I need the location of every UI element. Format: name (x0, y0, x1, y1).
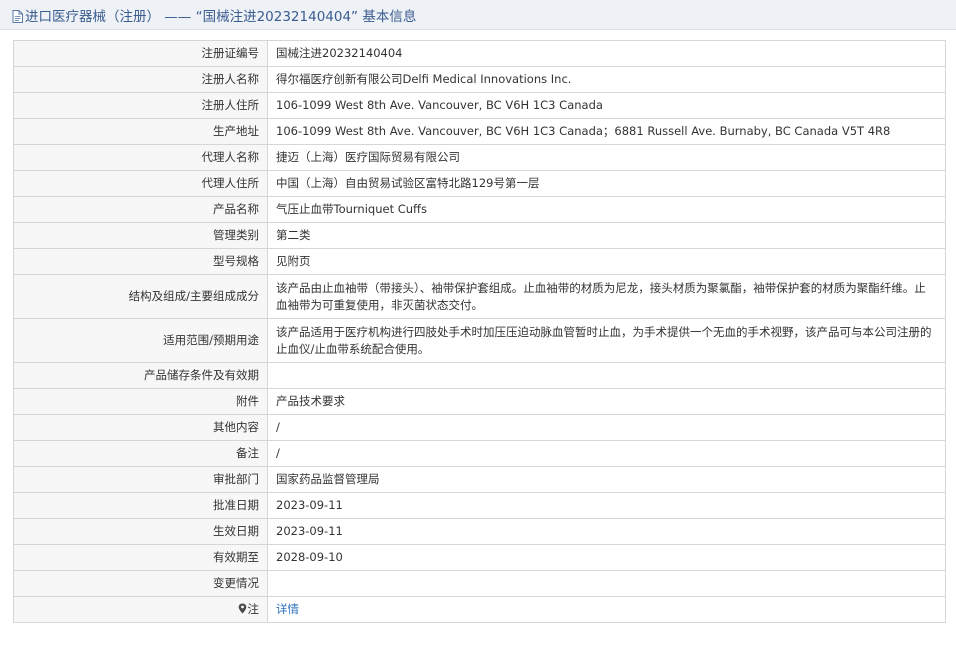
row-value: / (267, 440, 946, 467)
row-value (267, 362, 946, 389)
row-label: 结构及组成/主要组成成分 (13, 274, 268, 319)
row-value: 国家药品监督管理局 (267, 466, 946, 493)
detail-link[interactable]: 详情 (276, 602, 299, 616)
row-label: 有效期至 (13, 544, 268, 571)
table-row: 生效日期 2023-09-11 (13, 518, 946, 545)
table-row: 代理人住所 中国（上海）自由贸易试验区富特北路129号第一层 (13, 170, 946, 197)
row-value: 气压止血带Tourniquet Cuffs (267, 196, 946, 223)
row-label: 注册证编号 (13, 40, 268, 67)
table-row: 型号规格 见附页 (13, 248, 946, 275)
row-value: 产品技术要求 (267, 388, 946, 415)
table-row: 注册证编号 国械注进20232140404 (13, 40, 946, 67)
note-label: 注 (247, 602, 260, 616)
row-label: 注册人名称 (13, 66, 268, 93)
page-title: 进口医疗器械（注册） —— “国械注进20232140404” 基本信息 (25, 8, 417, 25)
row-value: 106-1099 West 8th Ave. Vancouver, BC V6H… (267, 118, 946, 145)
table-row: 附件 产品技术要求 (13, 388, 946, 415)
row-label: 生效日期 (13, 518, 268, 545)
row-value: 该产品适用于医疗机构进行四肢处手术时加压压迫动脉血管暂时止血，为手术提供一个无血… (267, 318, 946, 363)
row-value: 中国（上海）自由贸易试验区富特北路129号第一层 (267, 170, 946, 197)
table-row: 注册人名称 得尔福医疗创新有限公司Delfi Medical Innovation… (13, 66, 946, 93)
row-label: 生产地址 (13, 118, 268, 145)
row-value: 得尔福医疗创新有限公司Delfi Medical Innovations Inc… (267, 66, 946, 93)
row-value: 2023-09-11 (267, 492, 946, 519)
row-value: 国械注进20232140404 (267, 40, 946, 67)
table-row: 其他内容 / (13, 414, 946, 441)
row-label: 型号规格 (13, 248, 268, 275)
table-row: 产品名称 气压止血带Tourniquet Cuffs (13, 196, 946, 223)
table-row: 适用范围/预期用途 该产品适用于医疗机构进行四肢处手术时加压压迫动脉血管暂时止血，… (13, 318, 946, 363)
note-row: 注 详情 (13, 596, 946, 623)
table-row: 注册人住所 106-1099 West 8th Ave. Vancouver, B… (13, 92, 946, 119)
row-value: 该产品由止血袖带（带接头）、袖带保护套组成。止血袖带的材质为尼龙，接头材质为聚氯… (267, 274, 946, 319)
row-label: 产品名称 (13, 196, 268, 223)
row-label: 附件 (13, 388, 268, 415)
row-label: 适用范围/预期用途 (13, 318, 268, 363)
row-value: 2028-09-10 (267, 544, 946, 571)
row-value (267, 570, 946, 597)
info-table: 注册证编号 国械注进20232140404 注册人名称 得尔福医疗创新有限公司Del… (13, 40, 946, 623)
row-value: 捷迈（上海）医疗国际贸易有限公司 (267, 144, 946, 171)
document-icon (12, 8, 23, 23)
row-label: 注册人住所 (13, 92, 268, 119)
table-row: 批准日期 2023-09-11 (13, 492, 946, 519)
row-value: 106-1099 West 8th Ave. Vancouver, BC V6H… (267, 92, 946, 119)
row-label: 管理类别 (13, 222, 268, 249)
row-value: / (267, 414, 946, 441)
row-label: 代理人住所 (13, 170, 268, 197)
table-row: 结构及组成/主要组成成分 该产品由止血袖带（带接头）、袖带保护套组成。止血袖带的材… (13, 274, 946, 319)
table-row: 管理类别 第二类 (13, 222, 946, 249)
row-label: 备注 (13, 440, 268, 467)
table-row: 备注 / (13, 440, 946, 467)
row-value: 2023-09-11 (267, 518, 946, 545)
page-header: 进口医疗器械（注册） —— “国械注进20232140404” 基本信息 (0, 0, 956, 30)
table-row: 变更情况 (13, 570, 946, 597)
note-label-cell: 注 (13, 596, 268, 623)
table-row: 产品储存条件及有效期 (13, 362, 946, 389)
table-row: 有效期至 2028-09-10 (13, 544, 946, 571)
map-pin-icon (238, 602, 247, 614)
row-label: 代理人名称 (13, 144, 268, 171)
table-row: 代理人名称 捷迈（上海）医疗国际贸易有限公司 (13, 144, 946, 171)
row-label: 审批部门 (13, 466, 268, 493)
row-label: 变更情况 (13, 570, 268, 597)
table-row: 审批部门 国家药品监督管理局 (13, 466, 946, 493)
row-label: 产品储存条件及有效期 (13, 362, 268, 389)
note-value-cell: 详情 (267, 596, 946, 623)
row-label: 批准日期 (13, 492, 268, 519)
row-value: 第二类 (267, 222, 946, 249)
row-label: 其他内容 (13, 414, 268, 441)
table-row: 生产地址 106-1099 West 8th Ave. Vancouver, BC… (13, 118, 946, 145)
row-value: 见附页 (267, 248, 946, 275)
